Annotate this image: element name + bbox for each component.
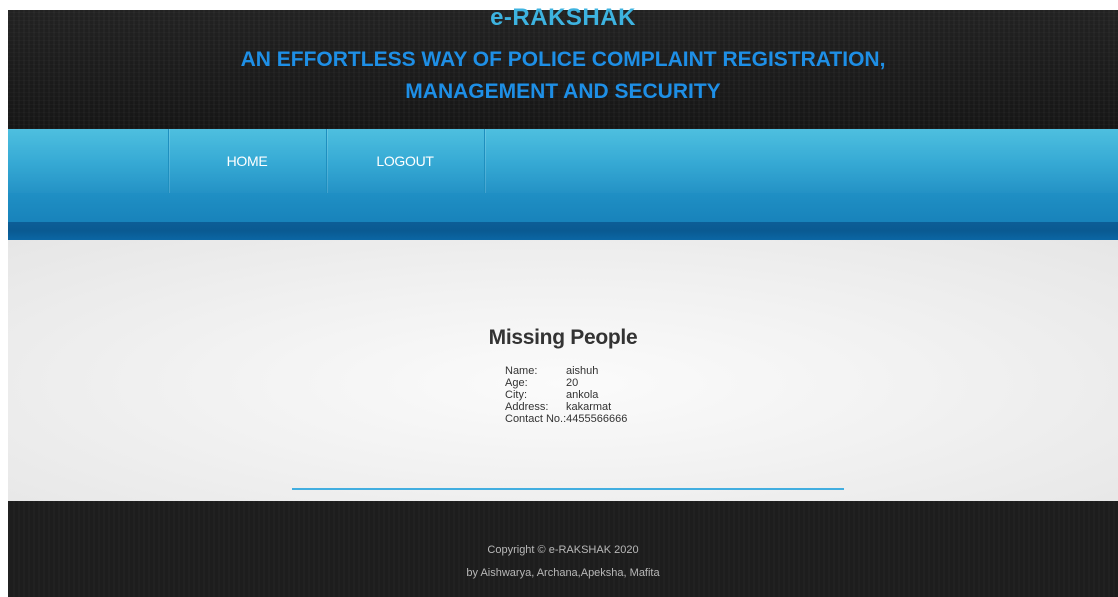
age-label: Age: [505, 377, 528, 389]
site-header: e-RAKSHAK AN EFFORTLESS WAY OF POLICE CO… [8, 4, 1118, 129]
nav-item-logout[interactable]: LOGOUT [326, 129, 483, 193]
name-label: Name: [505, 365, 538, 377]
missing-person-details: Name: aishuh Age: 20 City: ankola Addres… [505, 365, 627, 425]
site-tagline: AN EFFORTLESS WAY OF POLICE COMPLAINT RE… [8, 44, 1118, 108]
city-value: ankola [566, 389, 599, 401]
nav-item-home[interactable]: HOME [168, 129, 325, 193]
nav-bottom-band [8, 222, 1118, 240]
page-title: Missing People [488, 326, 638, 349]
detail-row-name: Name: aishuh [505, 365, 627, 377]
page: e-RAKSHAK AN EFFORTLESS WAY OF POLICE CO… [0, 0, 1118, 597]
nav-divider [484, 129, 485, 193]
age-value: 20 [566, 377, 579, 389]
city-label: City: [505, 389, 527, 401]
name-value: aishuh [566, 365, 599, 377]
site-footer: Copyright © e-RAKSHAK 2020 by Aishwarya,… [8, 501, 1118, 597]
detail-row-address: Address: kakarmat [505, 401, 627, 413]
footer-copyright: Copyright © e-RAKSHAK 2020 [487, 544, 639, 556]
site-title: e-RAKSHAK [490, 4, 636, 31]
tagline-line-2: MANAGEMENT AND SECURITY [405, 80, 721, 103]
address-label: Address: [505, 401, 549, 413]
tagline-line-1: AN EFFORTLESS WAY OF POLICE COMPLAINT RE… [240, 48, 886, 71]
main-content: Missing People Name: aishuh Age: 20 City… [8, 240, 1118, 501]
detail-row-age: Age: 20 [505, 377, 627, 389]
contact-value: 4455566666 [566, 413, 628, 425]
detail-row-contact: Contact No.: 4455566666 [505, 413, 627, 425]
detail-row-city: City: ankola [505, 389, 627, 401]
contact-label: Contact No.: [505, 413, 567, 425]
content-divider [292, 488, 844, 490]
main-nav: HOME LOGOUT [8, 129, 1118, 222]
footer-credits: by Aishwarya, Archana,Apeksha, Mafita [466, 567, 660, 579]
address-value: kakarmat [566, 401, 612, 413]
